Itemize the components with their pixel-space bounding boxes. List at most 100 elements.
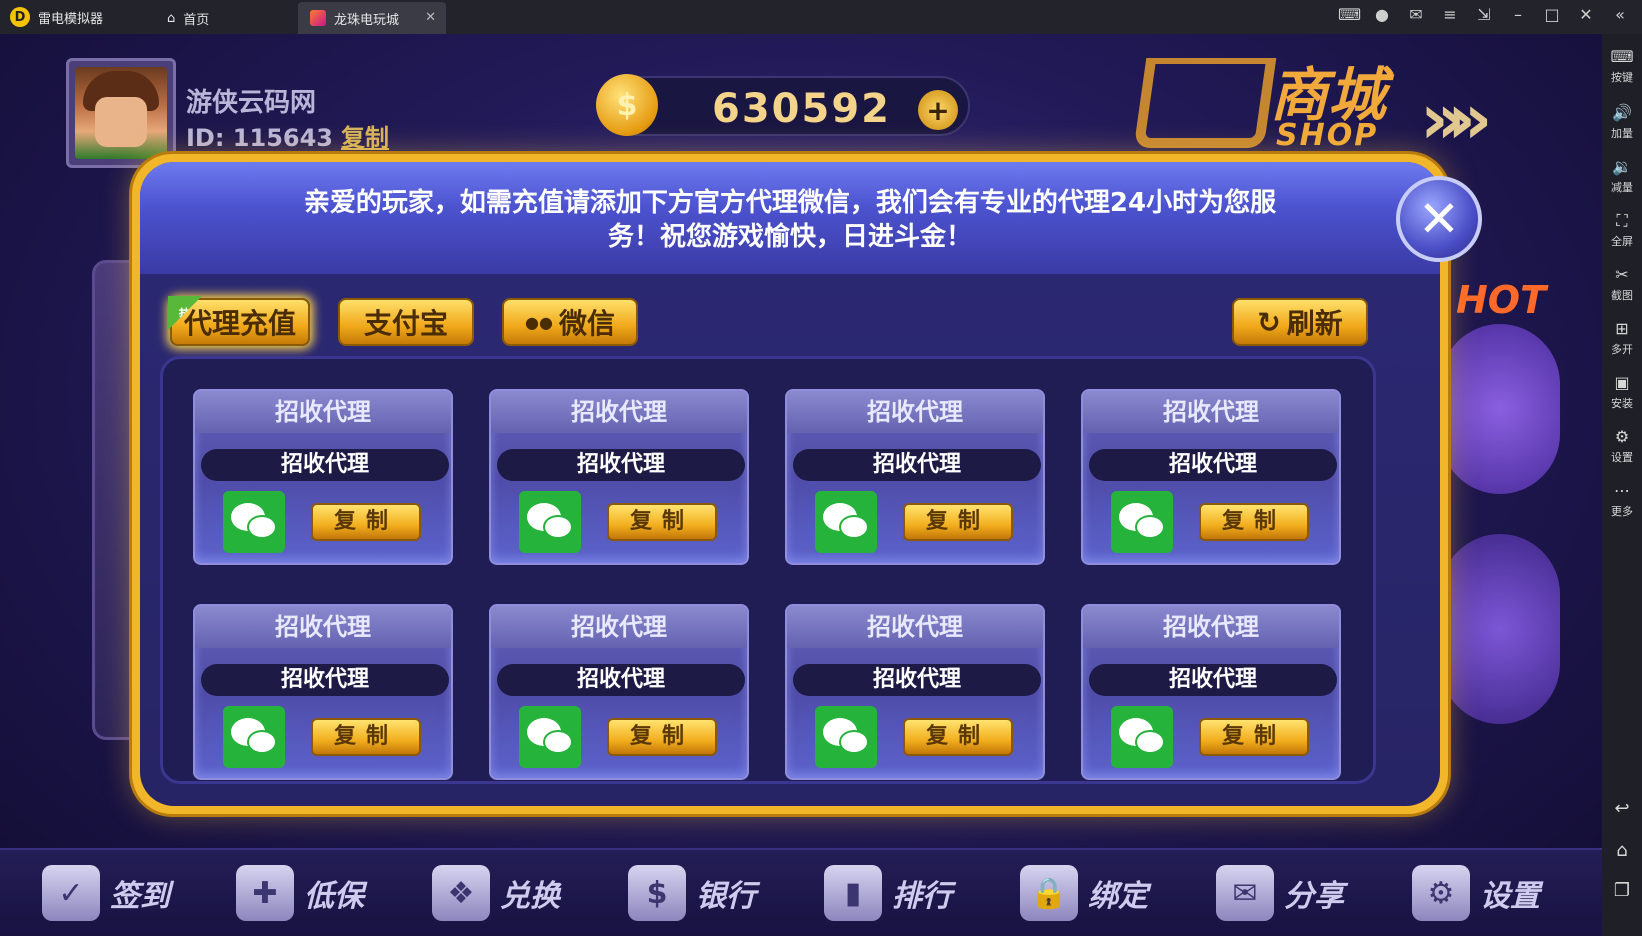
refresh-button[interactable]: ↻ 刷新 <box>1232 298 1368 346</box>
tab-close-icon[interactable]: ✕ <box>425 10 436 25</box>
tab-agent-recharge[interactable]: 热 代理充值 <box>168 296 310 346</box>
right-game-panel[interactable]: HOT <box>1440 264 1570 724</box>
tab-game[interactable]: 龙珠电玩城 ✕ <box>298 2 446 34</box>
agent-account: 招收代理 <box>1089 664 1337 696</box>
nav-share[interactable]: ✉ 分享 <box>1216 858 1344 928</box>
agent-card-title: 招收代理 <box>195 606 451 648</box>
modal-body: 亲爱的玩家，如需充值请添加下方官方代理微信，我们会有专业的代理24小时为您服务！… <box>140 162 1440 806</box>
wechat-icon <box>223 706 285 768</box>
player-id: ID: 115643 <box>186 124 333 152</box>
copy-button[interactable]: 复制 <box>311 503 421 541</box>
tab-alipay[interactable]: 支付宝 <box>338 298 474 346</box>
home-icon: ⌂ <box>167 10 176 26</box>
slot-game-icon[interactable] <box>1440 324 1560 494</box>
close-window-icon[interactable]: ✕ <box>1576 5 1596 24</box>
sidebar-item-install[interactable]: ▣ 安装 <box>1602 374 1642 411</box>
tab-wechat[interactable]: ●● 微信 <box>502 298 638 346</box>
maximize-icon[interactable]: □ <box>1542 5 1562 24</box>
agent-card: 招收代理 招收代理 复制 <box>785 389 1045 565</box>
agent-card: 招收代理 招收代理 复制 <box>489 389 749 565</box>
pin-icon[interactable]: ⇲ <box>1474 5 1494 24</box>
volume-down-icon: 🔉 <box>1612 157 1632 176</box>
agent-card-title: 招收代理 <box>491 391 747 433</box>
nav-label: 签到 <box>110 879 170 914</box>
bank-card-icon: $ <box>628 865 686 921</box>
nav-label: 银行 <box>696 879 756 914</box>
sidebar-item-keys[interactable]: ⌨ 按键 <box>1602 48 1642 85</box>
tab-wechat-label: 微信 <box>558 307 615 340</box>
sidebar-item-volume-up[interactable]: 🔊 加量 <box>1602 104 1642 141</box>
sidebar-label: 设置 <box>1611 451 1633 464</box>
cart-icon <box>1133 58 1277 148</box>
sidebar-label: 截图 <box>1611 289 1633 302</box>
nav-sign-in[interactable]: ✓ 签到 <box>42 858 170 928</box>
wechat-icon <box>519 491 581 553</box>
app-logo-icon: D <box>10 7 30 27</box>
wechat-icon: ●● <box>525 312 553 332</box>
recharge-notice: 亲爱的玩家，如需充值请添加下方官方代理微信，我们会有专业的代理24小时为您服务！… <box>303 188 1277 252</box>
sidebar-label: 加量 <box>1611 127 1633 140</box>
sidebar-item-more[interactable]: ⋯ 更多 <box>1602 482 1642 519</box>
sidebar-item-screenshot[interactable]: ✂ 截图 <box>1602 266 1642 303</box>
wechat-icon <box>1111 491 1173 553</box>
recharge-modal: 亲爱的玩家，如需充值请添加下方官方代理微信，我们会有专业的代理24小时为您服务！… <box>132 154 1448 814</box>
copy-button[interactable]: 复制 <box>311 718 421 756</box>
nav-bank[interactable]: $ 银行 <box>628 858 756 928</box>
copy-button[interactable]: 复制 <box>607 503 717 541</box>
collapse-sidebar-icon[interactable]: « <box>1610 5 1630 24</box>
wechat-icon <box>815 491 877 553</box>
gamepad-icon[interactable]: ⌨ <box>1338 5 1361 24</box>
agent-account: 招收代理 <box>201 664 449 696</box>
mail-icon[interactable]: ✉ <box>1406 5 1426 24</box>
agent-account: 招收代理 <box>793 664 1041 696</box>
minimize-icon[interactable]: – <box>1508 5 1528 24</box>
copy-button[interactable]: 复制 <box>1199 718 1309 756</box>
sidebar-item-volume-down[interactable]: 🔉 减量 <box>1602 158 1642 195</box>
nav-label: 绑定 <box>1088 879 1148 914</box>
add-coins-button[interactable]: + <box>918 90 958 130</box>
close-modal-button[interactable]: ✕ <box>1396 176 1482 262</box>
menu-icon[interactable]: ≡ <box>1440 5 1460 24</box>
gear-icon: ⚙ <box>1614 427 1630 446</box>
nav-exchange[interactable]: ❖ 兑换 <box>432 858 560 928</box>
nav-relief[interactable]: ✚ 低保 <box>236 858 364 928</box>
calendar-check-icon: ✓ <box>42 865 100 921</box>
nav-ranking[interactable]: ▮ 排行 <box>824 858 952 928</box>
tab-home[interactable]: ⌂ 首页 <box>155 2 295 34</box>
avatar-face <box>95 97 147 147</box>
sidebar-item-fullscreen[interactable]: ⛶ 全屏 <box>1602 212 1642 249</box>
account-icon[interactable]: ● <box>1372 5 1392 24</box>
gamepad-icon: ✚ <box>236 865 294 921</box>
nav-label: 兑换 <box>500 879 560 914</box>
copy-id-link[interactable]: 复制 <box>341 124 389 152</box>
sidebar-item-settings[interactable]: ⚙ 设置 <box>1602 428 1642 465</box>
fullscreen-icon: ⛶ <box>1616 211 1628 230</box>
shop-button[interactable]: 商城 SHOP »» <box>1133 48 1540 168</box>
copy-button[interactable]: 复制 <box>903 718 1013 756</box>
agent-card: 招收代理 招收代理 复制 <box>1081 389 1341 565</box>
copy-button[interactable]: 复制 <box>607 718 717 756</box>
nav-settings[interactable]: ⚙ 设置 <box>1412 858 1540 928</box>
emulator-sidebar: ⌨ 按键 🔊 加量 🔉 减量 ⛶ 全屏 ✂ 截图 ⊞ 多开 ▣ 安装 ⚙ 设置 … <box>1602 34 1642 936</box>
avatar[interactable] <box>66 58 176 168</box>
back-icon[interactable]: ↩ <box>1602 798 1642 819</box>
sidebar-label: 安装 <box>1611 397 1633 410</box>
emulator-titlebar: D 雷电模拟器 ⌂ 首页 龙珠电玩城 ✕ ⌨ ● ✉ ≡ ⇲ – □ ✕ « <box>0 0 1642 34</box>
gear-icon: ⚙ <box>1412 865 1470 921</box>
home-nav-icon[interactable]: ⌂ <box>1602 840 1642 861</box>
ranking-icon: ▮ <box>824 865 882 921</box>
chevron-right-icon: »» <box>1420 78 1493 160</box>
sidebar-item-multi-open[interactable]: ⊞ 多开 <box>1602 320 1642 357</box>
recent-apps-icon[interactable]: ❐ <box>1602 880 1642 901</box>
nav-bind[interactable]: 🔒 绑定 <box>1020 858 1148 928</box>
agent-card-title: 招收代理 <box>195 391 451 433</box>
hot-label: HOT <box>1456 278 1547 322</box>
shop-subtitle: SHOP <box>1276 118 1379 153</box>
refresh-icon: ↻ <box>1257 305 1281 339</box>
sidebar-label: 更多 <box>1611 505 1633 518</box>
copy-button[interactable]: 复制 <box>903 503 1013 541</box>
copy-button[interactable]: 复制 <box>1199 503 1309 541</box>
volume-up-icon: 🔊 <box>1612 103 1632 122</box>
beast-game-icon[interactable] <box>1440 534 1560 724</box>
nav-label: 低保 <box>304 879 364 914</box>
